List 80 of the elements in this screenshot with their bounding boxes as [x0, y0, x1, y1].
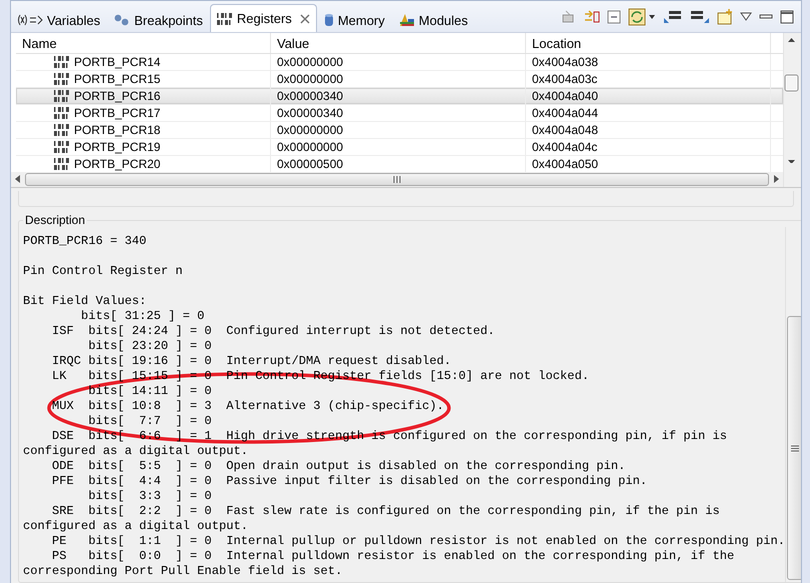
table-cell: 0x00000340	[271, 88, 526, 104]
table-cell: 0x4004a03c	[526, 71, 771, 88]
scroll-right-icon[interactable]	[773, 175, 779, 184]
table-cell: 0x4004a040	[526, 88, 771, 104]
register-icon	[54, 56, 70, 68]
table-cell: PORTB_PCR19	[16, 139, 271, 156]
description-line: PFE bits[ 4:4 ] = 0 Passive input filter is disabled on the corresponding pin.	[51, 474, 648, 489]
table-cell: PORTB_PCR16	[16, 88, 271, 104]
table-cell: 0x4004a048	[526, 122, 771, 138]
horizontal-scrollbar[interactable]	[11, 172, 783, 187]
description-line: Pin Control Register n	[23, 264, 183, 279]
table-row[interactable]: PORTB_PCR16 0x00000340 0x4004a040	[16, 88, 783, 106]
table-cell: PORTB_PCR14	[16, 54, 271, 70]
register-icon	[54, 73, 70, 86]
table-cell: 0x00000000	[271, 139, 526, 156]
close-icon[interactable]	[300, 14, 310, 24]
description-line: bits[ 31:25 ] = 0	[80, 309, 204, 324]
description-line: PS bits[ 0:0 ] = 0 Internal pulldown resistor is enabled on the corresponding pin, if the	[51, 549, 734, 564]
description-line: Bit Field Values:	[23, 294, 146, 309]
description-line: configured as a digital output.	[23, 519, 248, 534]
description-line: MUX bits[ 10:8 ] = 3 Alternative 3 (chip-specific).	[51, 399, 444, 414]
register-icon	[54, 107, 70, 120]
table-row[interactable]: PORTB_PCR14 0x00000000 0x4004a038	[16, 54, 783, 72]
refresh-icon[interactable]	[628, 8, 656, 26]
cylinder-icon	[324, 13, 334, 27]
scroll-thumb[interactable]	[25, 172, 769, 186]
table-row[interactable]: PORTB_PCR19 0x00000000 0x4004a04c	[16, 139, 783, 156]
register-icon	[54, 158, 70, 170]
variables-icon	[17, 14, 43, 26]
table-cell: 0x00000340	[271, 105, 526, 122]
table-cell: PORTB_PCR15	[16, 71, 271, 88]
tab[interactable]: Modules	[392, 7, 475, 32]
maximize-icon[interactable]	[780, 10, 794, 24]
table-row[interactable]: PORTB_PCR15 0x00000000 0x4004a03c	[16, 71, 783, 88]
tab[interactable]: Memory	[316, 7, 392, 32]
table-cell: PORTB_PCR18	[16, 122, 271, 138]
tab[interactable]: Breakpoints	[107, 7, 210, 32]
description-line: PORTB_PCR16 = 340	[23, 234, 146, 249]
register-icon	[54, 141, 70, 154]
description-line: SRE bits[ 2:2 ] = 0 Fast slew rate is configured on the corresponding pin, if the pin is	[51, 504, 720, 519]
table-cell: 0x4004a044	[526, 105, 771, 122]
new-folder-icon[interactable]	[717, 9, 733, 25]
table-cell: 0x00000000	[271, 122, 526, 138]
arrows-icon[interactable]	[584, 9, 600, 25]
register-icon	[216, 12, 233, 24]
vertical-scrollbar[interactable]	[783, 33, 801, 187]
table-cell: 0x4004a038	[526, 54, 771, 70]
column-header[interactable]: Value	[271, 33, 526, 54]
vertical-scrollbar[interactable]	[785, 227, 801, 582]
description-line: bits[ 7:7 ] = 0	[87, 414, 212, 429]
register-up-icon[interactable]	[690, 10, 710, 24]
description-line: ISF bits[ 24:24 ] = 0 Configured interrupt is not detected.	[51, 324, 495, 339]
column-header[interactable]: Name	[16, 33, 271, 54]
description-line: bits[ 14:11 ] = 0	[87, 384, 212, 399]
description-line: corresponding Port Pull Enable field is set.	[23, 564, 342, 579]
description-line: bits[ 23:20 ] = 0	[87, 339, 212, 354]
table-row[interactable]: PORTB_PCR17 0x00000340 0x4004a044	[16, 105, 783, 122]
description-line: PE bits[ 1:1 ] = 0 Internal pullup or pulldown resistor is not enabled on the corresponding pin.	[51, 534, 786, 549]
view-menu-icon[interactable]	[740, 12, 752, 22]
modules-icon	[398, 13, 415, 27]
table-cell: 0x00000000	[271, 54, 526, 70]
table-row[interactable]: PORTB_PCR18 0x00000000 0x4004a048	[16, 122, 783, 140]
description-line: ODE bits[ 5:5 ] = 0 Open drain output is disabled on the corresponding pin.	[51, 459, 626, 474]
table-cell: 0x4004a04c	[526, 139, 771, 156]
scroll-left-icon[interactable]	[15, 175, 21, 184]
scroll-thumb[interactable]	[787, 316, 801, 580]
collapse-icon[interactable]	[607, 10, 621, 24]
group-title: Description	[24, 213, 86, 227]
description-line: IRQC bits[ 19:16 ] = 0 Interrupt/DMA request disabled.	[51, 354, 452, 369]
description-line: configured as a digital output.	[23, 444, 248, 459]
column-header[interactable]: Location	[526, 33, 771, 54]
table-cell: PORTB_PCR17	[16, 105, 271, 122]
table-cell: 0x00000000	[271, 71, 526, 88]
description-line: bits[ 3:3 ] = 0	[87, 489, 212, 504]
register-down-icon[interactable]	[663, 10, 683, 24]
tab[interactable]: Registers	[210, 4, 317, 32]
register-icon	[54, 124, 70, 136]
breakpoints-icon	[114, 14, 130, 26]
register-icon	[54, 90, 70, 102]
tab[interactable]: Variables	[11, 7, 108, 32]
